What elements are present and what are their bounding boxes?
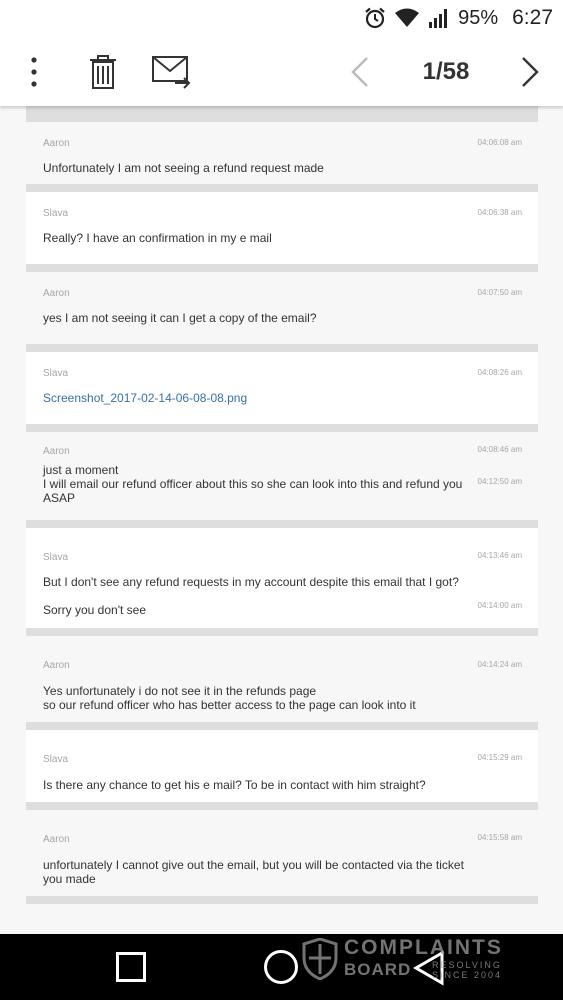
message-text: But I don't see any refund requests in m… xyxy=(43,575,459,589)
delete-icon[interactable] xyxy=(86,52,120,92)
message-time: 04:15:58 am xyxy=(477,833,522,842)
message-item: Aaron 04:06:08 am Unfortunately I am not… xyxy=(26,122,538,192)
message-time: 04:13:46 am xyxy=(477,551,522,560)
status-bar: 95% 6:27 xyxy=(0,0,563,38)
message-item: Aaron 04:08:46 am just a moment 04:12:50… xyxy=(26,432,538,528)
more-options-icon[interactable] xyxy=(22,52,46,92)
message-sender: Aaron xyxy=(43,138,70,149)
message-sender: Aaron xyxy=(43,288,70,299)
message-sender: Aaron xyxy=(43,446,70,457)
message-text: Sorry you don't see xyxy=(43,603,147,617)
next-icon[interactable] xyxy=(516,52,544,92)
message-counter: 1/58 xyxy=(422,58,470,85)
watermark-line1: COMPLAINTS xyxy=(344,936,503,959)
attachment-link[interactable]: Screenshot_2017-02-14-06-08-08.png xyxy=(43,391,473,405)
message-sender: Slava xyxy=(43,208,69,219)
message-text: just a moment xyxy=(43,463,119,477)
clock: 6:27 xyxy=(512,6,553,29)
message-item: Slava 04:13:46 am But I don't see any re… xyxy=(26,528,538,636)
message-list: Aaron 04:06:08 am Unfortunately I am not… xyxy=(26,106,538,904)
recent-apps-icon[interactable] xyxy=(116,952,146,982)
message-item: Slava 04:15:29 am Is there any chance to… xyxy=(26,730,538,810)
message-text: Yes unfortunately i do not see it in the… xyxy=(43,684,317,698)
watermark-tag2: SINCE 2004 xyxy=(432,970,503,980)
message-item: Slava 04:08:26 am Screenshot_2017-02-14-… xyxy=(26,352,538,432)
shield-logo-icon xyxy=(302,937,338,985)
message-text: unfortunately I cannot give out the emai… xyxy=(43,858,464,886)
message-sender: Aaron xyxy=(43,834,70,845)
previous-icon[interactable] xyxy=(346,52,374,92)
message-text: so our refund officer who has better acc… xyxy=(43,698,416,712)
message-time: 04:08:26 am xyxy=(477,368,522,377)
signal-icon xyxy=(428,7,450,29)
message-sender: Slava xyxy=(43,552,69,563)
message-time: 04:07:50 am xyxy=(477,288,522,297)
message-sender: Slava xyxy=(43,754,69,765)
message-time: 04:06:08 am xyxy=(477,138,522,147)
message-item: Aaron 04:07:50 am yes I am not seeing it… xyxy=(26,272,538,352)
alarm-icon xyxy=(364,7,386,29)
complaints-board-watermark: COMPLAINTS BOARD RESOLVING SINCE 2004 xyxy=(302,936,522,984)
message-time: 04:08:46 am xyxy=(477,445,522,454)
message-text: I will email our refund officer about th… xyxy=(43,477,463,505)
message-sender: Aaron xyxy=(43,660,70,671)
watermark-line2: BOARD xyxy=(344,960,412,979)
message-sender: Slava xyxy=(43,368,69,379)
watermark-tagline: RESOLVING SINCE 2004 xyxy=(432,960,502,980)
message-time: 04:12:50 am xyxy=(477,477,522,486)
message-time: 04:14:00 am xyxy=(477,601,522,610)
message-item: Aaron 04:14:24 am Yes unfortunately i do… xyxy=(26,636,538,730)
message-text: Really? I have an confirmation in my e m… xyxy=(43,231,272,245)
home-icon[interactable] xyxy=(264,950,298,984)
message-item: Aaron 04:15:58 am unfortunately I cannot… xyxy=(26,810,538,904)
watermark-tag1: RESOLVING xyxy=(432,960,502,970)
message-item: Slava 04:06:38 am Really? I have an conf… xyxy=(26,192,538,272)
toolbar: 1/58 xyxy=(0,38,563,106)
message-time: 04:15:29 am xyxy=(477,753,522,762)
message-text: Is there any chance to get his e mail? T… xyxy=(43,778,426,792)
message-feed[interactable]: Aaron 04:06:08 am Unfortunately I am not… xyxy=(0,106,563,934)
message-text: yes I am not seeing it can I get a copy … xyxy=(43,311,317,325)
forward-mail-icon[interactable] xyxy=(150,52,194,92)
message-time: 04:14:24 am xyxy=(477,660,522,669)
battery-level: 95% xyxy=(458,6,499,29)
message-text: Unfortunately I am not seeing a refund r… xyxy=(43,161,324,175)
wifi-icon xyxy=(394,8,420,28)
divider xyxy=(26,106,538,122)
message-time: 04:06:38 am xyxy=(477,208,522,217)
